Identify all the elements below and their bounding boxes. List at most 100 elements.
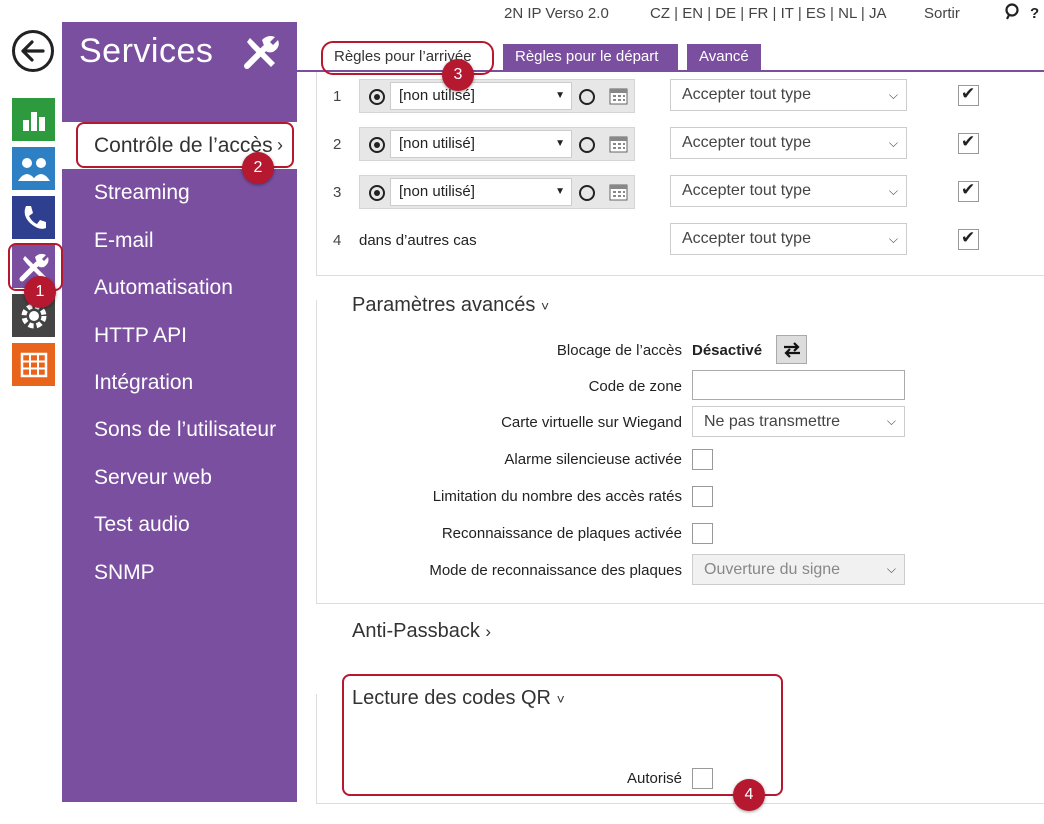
wiegand-value: Ne pas transmettre [704,413,841,430]
chevron-down-icon: ⌵ [886,562,896,576]
directory-nav-button[interactable] [12,147,55,190]
menu-title: Services [79,32,214,70]
rule-other-label: dans d’autres cas [359,232,477,249]
silent-alarm-checkbox[interactable] [692,449,713,470]
back-button[interactable] [12,30,54,72]
rule-enabled-checkbox[interactable] [958,180,979,202]
callout-badge: 2 [242,152,274,184]
rule-profile-group: [non utilisé] ▼ [359,79,635,113]
logout-link[interactable]: Sortir [924,5,960,22]
grid-icon [20,352,47,377]
rule-profile-group: [non utilisé] ▼ [359,175,635,209]
profile-select[interactable]: [non utilisé] ▼ [390,130,572,158]
callout-badge: 1 [24,276,56,308]
radio-button[interactable] [369,185,385,201]
rule-row-other: 4 dans d’autres cas Accepter tout type ⌵ [317,216,1017,264]
rule-number: 4 [333,232,342,249]
token-type-value: Accepter tout type [682,86,811,103]
arrival-rules-table: 1 [non utilisé]▼ Accepter tout type⌵ 2 [… [316,72,1044,276]
rule-enabled-checkbox[interactable] [958,228,979,250]
rule-row: 1 [non utilisé] ▼ Accepter tout type ⌵ [317,72,1017,120]
section-title: Paramètres avancés [352,294,536,316]
arrow-left-icon [21,40,45,62]
zone-code-input[interactable] [692,370,905,400]
advanced-params-header[interactable]: Paramètres avancés ˅ [352,294,549,317]
caret-down-icon: ▼ [555,90,565,101]
token-type-select[interactable]: Accepter tout type ⌵ [670,223,907,255]
bar-chart-icon [22,111,45,131]
radio-button[interactable] [579,185,595,201]
chevron-down-icon: ⌵ [888,232,898,246]
profile-select[interactable]: [non utilisé] ▼ [390,178,572,206]
callout-badge: 3 [442,59,474,91]
profile-select[interactable]: [non utilisé] ▼ [390,82,572,110]
calendar-icon[interactable] [609,182,628,201]
apps-nav-button[interactable] [12,343,55,386]
hardware-nav-button[interactable] [12,196,55,239]
failed-limit-checkbox[interactable] [692,486,713,507]
access-lock-value: Désactivé [692,342,763,359]
toggle-lock-button[interactable] [776,335,807,364]
silent-alarm-label: Alarme silencieuse activée [504,451,682,468]
chevron-down-icon: ⌵ [886,414,896,428]
menu-item-http-api[interactable]: HTTP API [62,312,297,359]
tab-departure-rules[interactable]: Règles pour le départ [503,44,678,70]
token-type-select[interactable]: Accepter tout type ⌵ [670,127,907,159]
status-nav-button[interactable] [12,98,55,141]
plate-mode-value: Ouverture du signe [704,561,841,578]
menu-item-automation[interactable]: Automatisation [62,264,297,311]
rule-number: 3 [333,184,342,201]
swap-icon [783,341,800,358]
rule-number: 1 [333,88,342,105]
plate-mode-select[interactable]: Ouverture du signe ⌵ [692,554,905,585]
language-switcher[interactable]: CZ | EN | DE | FR | IT | ES | NL | JA [650,5,886,22]
rule-enabled-checkbox[interactable] [958,132,979,154]
chevron-right-icon: › [485,622,492,641]
rule-enabled-checkbox[interactable] [958,84,979,106]
token-type-value: Accepter tout type [682,134,811,151]
search-icon[interactable] [1004,3,1020,25]
rule-row: 2 [non utilisé] ▼ Accepter tout type ⌵ [317,120,1017,168]
radio-button[interactable] [369,137,385,153]
menu-item-web-server[interactable]: Serveur web [62,454,297,501]
tools-icon [241,32,283,77]
chevron-down-icon: ⌵ [888,136,898,150]
token-type-select[interactable]: Accepter tout type ⌵ [670,79,907,111]
top-bar: 2N IP Verso 2.0 CZ | EN | DE | FR | IT |… [297,0,1044,30]
calendar-icon[interactable] [609,86,628,105]
token-type-value: Accepter tout type [682,230,811,247]
wiegand-select[interactable]: Ne pas transmettre ⌵ [692,406,905,437]
radio-button[interactable] [579,89,595,105]
plate-recognition-label: Reconnaissance de plaques activée [441,525,682,542]
menu-item-user-sounds[interactable]: Sons de l’utilisateur [62,406,297,453]
app-rail [0,0,62,824]
tab-advanced[interactable]: Avancé [687,44,761,70]
calendar-icon[interactable] [609,134,628,153]
menu-item-snmp[interactable]: SNMP [62,549,297,596]
profile-value: [non utilisé] [399,135,475,152]
wiegand-label: Carte virtuelle sur Wiegand [501,414,682,431]
menu-item-integration[interactable]: Intégration [62,359,297,406]
help-icon[interactable]: ? [1030,5,1039,22]
callout-highlight [342,674,783,796]
caret-down-icon: ▼ [555,138,565,149]
menu-item-audio-test[interactable]: Test audio [62,501,297,548]
chevron-down-icon: ⌵ [888,88,898,102]
plate-recognition-checkbox[interactable] [692,523,713,544]
radio-button[interactable] [369,89,385,105]
menu-item-email[interactable]: E-mail [62,217,297,264]
radio-button[interactable] [579,137,595,153]
product-name: 2N IP Verso 2.0 [504,5,609,22]
profile-value: [non utilisé] [399,183,475,200]
caret-down-icon: ▼ [555,186,565,197]
failed-limit-label: Limitation du nombre des accès ratés [432,488,682,505]
anti-passback-header[interactable]: Anti-Passback › [352,620,491,643]
token-type-select[interactable]: Accepter tout type ⌵ [670,175,907,207]
token-type-value: Accepter tout type [682,182,811,199]
chevron-down-icon: ˅ [540,298,550,314]
rule-profile-group: [non utilisé] ▼ [359,127,635,161]
phone-icon [24,205,46,229]
users-icon [17,157,50,181]
chevron-down-icon: ⌵ [888,184,898,198]
rule-number: 2 [333,136,342,153]
